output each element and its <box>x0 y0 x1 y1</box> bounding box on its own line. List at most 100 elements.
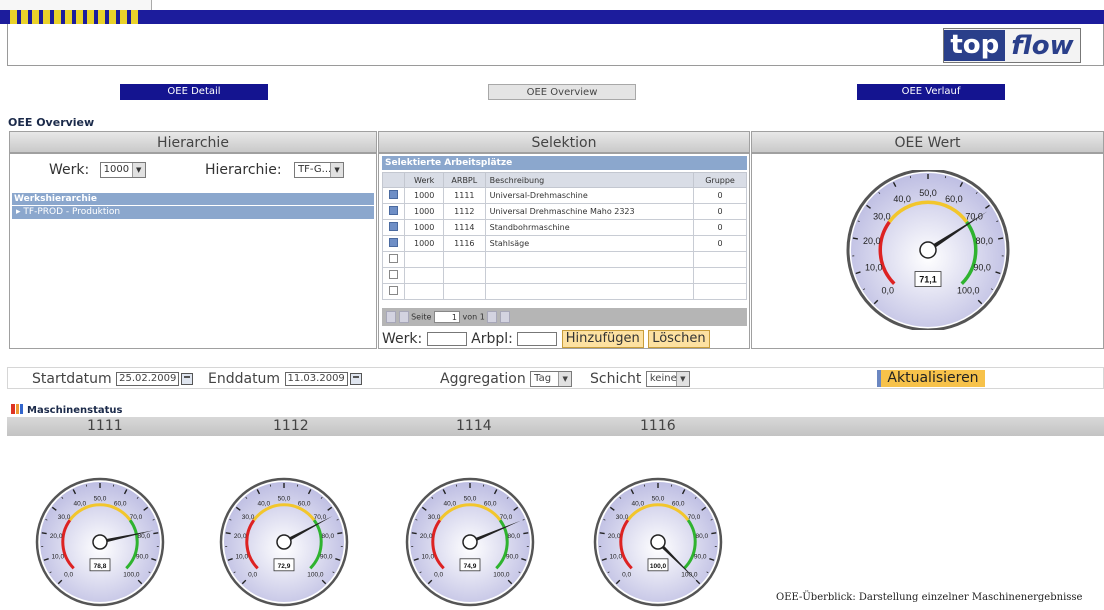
selektion-panel-header: Selektion <box>378 131 750 153</box>
machine-id-bar: 1111 1112 1114 1116 <box>7 417 1104 436</box>
machine-gauge-1114: 0,0 10,0 20,0 30,040,0 50,0 60,070,0 80,0 90,0 1… <box>399 460 541 610</box>
gauge-tick-label: 30,0 <box>242 514 255 521</box>
table-row[interactable]: 1000 1116 Stahlsäge 0 <box>381 235 747 252</box>
gauge-tick <box>852 237 858 240</box>
cell-werk: 1000 <box>404 187 444 204</box>
arbeitsplatz-table: Werk ARBPL Beschreibung Gruppe 1000 1111… <box>381 172 747 300</box>
table-header-gruppe: Gruppe <box>693 172 747 188</box>
cell-arbpl: 1116 <box>442 235 486 252</box>
calendar-icon[interactable] <box>181 373 194 385</box>
gauge-tick-label: 20,0 <box>863 236 881 246</box>
startdatum-input[interactable]: 25.02.2009 <box>116 372 180 386</box>
aggregation-select[interactable]: Tag ▼ <box>530 371 573 387</box>
tree-item-tf-prod[interactable]: ▸ TF-PROD - Produktion <box>12 206 374 219</box>
add-arbpl-input[interactable] <box>517 332 558 346</box>
machine-id-label: 1112 <box>273 418 309 434</box>
loeschen-button[interactable]: Löschen <box>648 330 710 348</box>
gauge-tick-label: 60,0 <box>945 194 963 204</box>
enddatum-group: Enddatum 11.03.2009 <box>208 371 362 387</box>
cell-beschreibung: Standbohrmaschine <box>484 219 695 236</box>
table-header-beschreibung: Beschreibung <box>484 172 695 188</box>
gauge-needle-hub <box>276 534 292 550</box>
hierarchie-label: Hierarchie: <box>205 162 282 178</box>
table-row[interactable]: 1000 1114 Standbohrmaschine 0 <box>381 219 747 236</box>
gauge-tick-label: 80,0 <box>322 533 335 540</box>
schicht-select[interactable]: keine ▼ <box>645 371 690 387</box>
machine-gauge-1111: 0,0 10,0 20,0 30,040,0 50,0 60,070,0 80,0 90,0 1… <box>29 460 171 610</box>
cell-gruppe: 0 <box>693 203 747 220</box>
cell-werk: 1000 <box>404 219 444 236</box>
machine-id-label: 1114 <box>456 418 492 434</box>
gauge-value-label: 71,1 <box>919 275 937 285</box>
add-werk-input[interactable] <box>426 332 467 346</box>
last-page-button[interactable] <box>499 311 510 323</box>
page-number-input[interactable]: 1 <box>433 311 460 323</box>
gauge-needle-hub <box>919 241 937 259</box>
cell-beschreibung: Universal Drehmaschine Maho 2323 <box>484 203 695 220</box>
next-page-button[interactable] <box>487 311 498 323</box>
gauge-needle-hub <box>92 534 108 550</box>
logo-part-flow: flow <box>1011 30 1074 61</box>
gauge-tick-label: 0,0 <box>881 285 894 295</box>
row-checkbox[interactable] <box>389 190 399 199</box>
werk-selector-row: Werk: 1000 ▼ <box>49 162 146 178</box>
enddatum-input[interactable]: 11.03.2009 <box>284 372 348 386</box>
gauge-tick-label: 50,0 <box>94 496 107 503</box>
table-row-empty[interactable] <box>381 251 747 268</box>
cell-werk: 1000 <box>404 203 444 220</box>
gauge-tick-label: 20,0 <box>608 533 621 540</box>
werk-select[interactable]: 1000 ▼ <box>99 162 146 178</box>
oee-detail-button[interactable]: OEE Detail <box>120 84 268 100</box>
app-header: top flow <box>7 24 1104 66</box>
oee-wert-panel-header: OEE Wert <box>751 131 1104 153</box>
gauge-tick-label: 70,0 <box>314 514 327 521</box>
table-row-empty[interactable] <box>381 267 747 284</box>
row-checkbox[interactable] <box>389 206 399 215</box>
gauge-tick-label: 100,0 <box>493 571 510 578</box>
gauge-tick <box>523 532 529 535</box>
row-checkbox[interactable] <box>389 286 399 295</box>
row-checkbox[interactable] <box>389 222 399 231</box>
gauge-tick-label: 90,0 <box>973 263 991 273</box>
gauge-tick-label: 60,0 <box>114 500 127 507</box>
werk-select-value: 1000 <box>103 164 130 175</box>
chevron-down-icon: ▼ <box>558 372 572 386</box>
top-banner <box>0 0 1104 24</box>
first-page-button[interactable] <box>386 311 396 323</box>
table-header-arbpl: ARBPL <box>442 172 486 188</box>
gauge-tick-label: 40,0 <box>444 500 457 507</box>
gauge-tick-label: 20,0 <box>234 533 247 540</box>
schicht-label: Schicht <box>590 371 642 387</box>
gauge-tick <box>411 532 417 535</box>
hinzufuegen-button[interactable]: Hinzufügen <box>561 330 644 348</box>
table-row[interactable]: 1000 1111 Universal-Drehmaschine 0 <box>381 187 747 204</box>
cell-arbpl: 1114 <box>442 219 486 236</box>
gauge-tick-label: 40,0 <box>893 194 911 204</box>
aktualisieren-button[interactable]: Aktualisieren <box>877 370 985 387</box>
gauge-tick <box>41 532 47 535</box>
gauge-tick-label: 90,0 <box>320 554 333 561</box>
gauge-tick-label: 80,0 <box>696 533 709 540</box>
oee-overview-button[interactable]: OEE Overview <box>488 84 636 100</box>
gauge-tick <box>225 532 231 535</box>
gauge-tick-label: 30,0 <box>428 514 441 521</box>
add-werk-label: Werk: <box>382 331 423 347</box>
gauge-tick-label: 50,0 <box>464 496 477 503</box>
row-checkbox[interactable] <box>389 270 399 279</box>
startdatum-group: Startdatum 25.02.2009 <box>32 371 194 387</box>
table-row[interactable]: 1000 1112 Universal Drehmaschine Maho 23… <box>381 203 747 220</box>
hierarchie-select[interactable]: TF-G... ▼ <box>294 162 345 178</box>
row-checkbox[interactable] <box>389 238 399 247</box>
row-checkbox[interactable] <box>389 254 399 263</box>
hierarchie-select-value: TF-G... <box>298 164 332 175</box>
werk-label: Werk: <box>49 162 90 178</box>
table-row-empty[interactable] <box>381 283 747 300</box>
cell-gruppe: 0 <box>693 235 747 252</box>
prev-page-button[interactable] <box>398 311 409 323</box>
oee-verlauf-button[interactable]: OEE Verlauf <box>857 84 1005 100</box>
gauge-tick-label: 10,0 <box>609 554 622 561</box>
pager-seite-label: Seite <box>411 312 432 322</box>
calendar-icon[interactable] <box>349 373 362 385</box>
chevron-down-icon: ▼ <box>675 372 689 386</box>
gauge-tick-label: 80,0 <box>138 533 151 540</box>
